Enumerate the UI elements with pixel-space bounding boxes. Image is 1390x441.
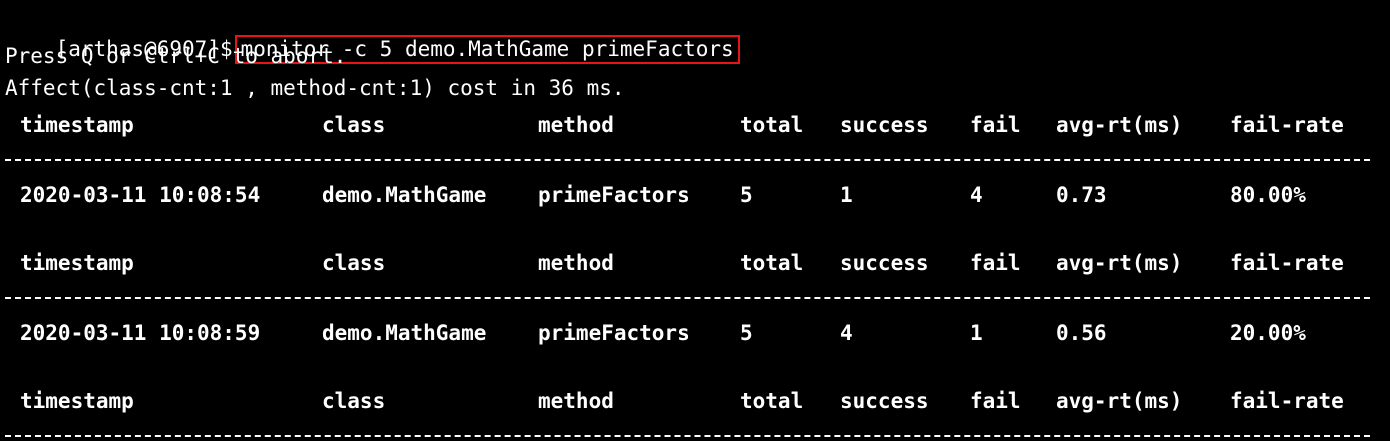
cell-avg-rt: 0.73 (1056, 183, 1107, 207)
cell-avg-rt: 0.56 (1056, 321, 1107, 345)
header-timestamp: timestamp (20, 251, 134, 275)
header-method: method (538, 251, 614, 275)
dashed-separator (5, 297, 1370, 300)
cell-success: 4 (840, 321, 853, 345)
table-row: 2020-03-11 10:08:59 demo.MathGame primeF… (0, 316, 1390, 350)
header-success: success (840, 113, 929, 137)
cell-class: demo.MathGame (322, 321, 487, 345)
cell-fail: 4 (970, 183, 983, 207)
cell-method: primeFactors (538, 183, 690, 207)
header-class: class (322, 251, 386, 275)
cell-class: demo.MathGame (322, 183, 487, 207)
header-success: success (840, 251, 929, 275)
cell-total: 5 (740, 183, 753, 207)
cell-fail-rate: 20.00% (1230, 321, 1306, 345)
cell-timestamp: 2020-03-11 10:08:54 (20, 183, 261, 207)
table-header: timestamp class method total success fai… (0, 384, 1390, 418)
command-line: [arthas@6907]$ monitor -c 5 demo.MathGame… (5, 6, 740, 64)
header-total: total (740, 251, 804, 275)
header-avg-rt: avg-rt(ms) (1056, 251, 1183, 275)
header-timestamp: timestamp (20, 113, 134, 137)
header-class: class (322, 113, 386, 137)
header-avg-rt: avg-rt(ms) (1056, 113, 1183, 137)
header-fail: fail (970, 251, 1021, 275)
header-method: method (538, 389, 614, 413)
table-row: 2020-03-11 10:08:54 demo.MathGame primeF… (0, 178, 1390, 212)
dashed-separator (5, 435, 1370, 438)
header-fail-rate: fail-rate (1230, 251, 1344, 275)
terminal-window[interactable]: [arthas@6907]$ monitor -c 5 demo.MathGame… (0, 0, 1390, 441)
header-fail: fail (970, 113, 1021, 137)
header-total: total (740, 389, 804, 413)
header-fail: fail (970, 389, 1021, 413)
table-header: timestamp class method total success fai… (0, 246, 1390, 280)
table-header: timestamp class method total success fai… (0, 108, 1390, 142)
header-class: class (322, 389, 386, 413)
cell-total: 5 (740, 321, 753, 345)
dashed-separator (5, 159, 1370, 162)
cell-fail: 1 (970, 321, 983, 345)
cell-timestamp: 2020-03-11 10:08:59 (20, 321, 261, 345)
header-success: success (840, 389, 929, 413)
header-fail-rate: fail-rate (1230, 389, 1344, 413)
cell-fail-rate: 80.00% (1230, 183, 1306, 207)
abort-hint: Press Q or Ctrl+C to abort. (5, 44, 347, 68)
header-method: method (538, 113, 614, 137)
cell-method: primeFactors (538, 321, 690, 345)
header-timestamp: timestamp (20, 389, 134, 413)
header-avg-rt: avg-rt(ms) (1056, 389, 1183, 413)
header-total: total (740, 113, 804, 137)
affect-summary: Affect(class-cnt:1 , method-cnt:1) cost … (5, 76, 625, 100)
cell-success: 1 (840, 183, 853, 207)
header-fail-rate: fail-rate (1230, 113, 1344, 137)
